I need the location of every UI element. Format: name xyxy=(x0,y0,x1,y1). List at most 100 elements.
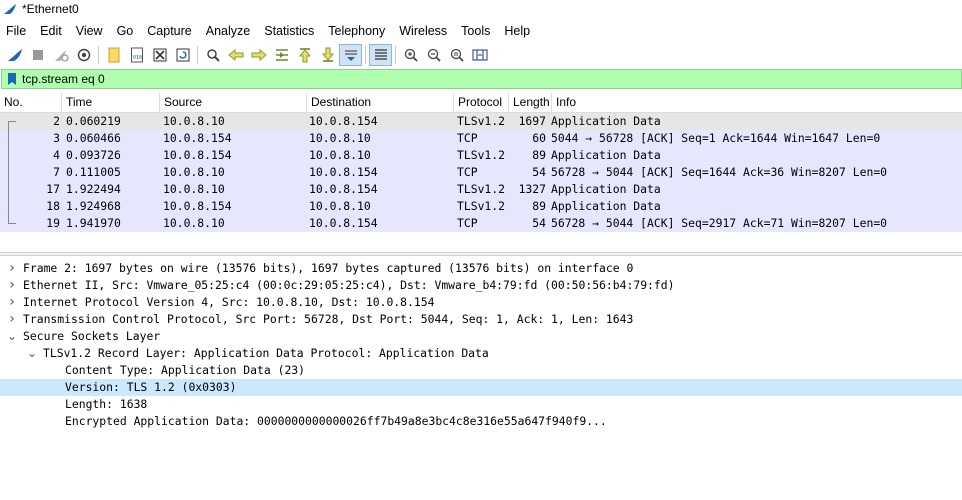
open-file-icon[interactable] xyxy=(102,44,125,66)
menu-file[interactable]: File xyxy=(0,20,33,42)
display-filter-input[interactable] xyxy=(22,70,922,88)
reload-file-icon[interactable] xyxy=(171,44,194,66)
go-forward-icon[interactable] xyxy=(247,44,270,66)
chevron-down-icon[interactable]: ⌄ xyxy=(6,328,18,345)
packet-cell-dst: 10.0.8.10 xyxy=(309,131,371,145)
column-header-time[interactable]: Time xyxy=(62,93,160,112)
go-back-icon[interactable] xyxy=(224,44,247,66)
menu-go[interactable]: Go xyxy=(110,20,141,42)
column-header-protocol[interactable]: Protocol xyxy=(454,93,509,112)
packet-cell-src: 10.0.8.10 xyxy=(163,182,225,196)
packet-list: No. Time Source Destination Protocol Len… xyxy=(0,93,962,233)
packet-details-tree: › Frame 2: 1697 bytes on wire (13576 bits… xyxy=(0,260,962,430)
packet-cell-src: 10.0.8.154 xyxy=(163,131,232,145)
detail-tree-item[interactable]: › Internet Protocol Version 4, Src: 10.0.… xyxy=(0,294,962,311)
menu-edit[interactable]: Edit xyxy=(33,20,69,42)
column-header-no[interactable]: No. xyxy=(0,93,62,112)
go-first-icon[interactable] xyxy=(293,44,316,66)
menu-telephony[interactable]: Telephony xyxy=(321,20,392,42)
column-header-info[interactable]: Info xyxy=(552,93,962,112)
save-file-icon[interactable]: 010 xyxy=(125,44,148,66)
capture-options-icon[interactable] xyxy=(72,44,95,66)
conversation-line xyxy=(8,147,16,164)
packet-list-header: No. Time Source Destination Protocol Len… xyxy=(0,93,962,113)
detail-tree-item[interactable]: › Transmission Control Protocol, Src Port… xyxy=(0,311,962,328)
detail-tree-item[interactable]: › Frame 2: 1697 bytes on wire (13576 bits… xyxy=(0,260,962,277)
bookmark-icon[interactable] xyxy=(5,71,19,87)
autoscroll-icon[interactable] xyxy=(339,44,362,66)
resize-columns-icon[interactable] xyxy=(468,44,491,66)
packet-cell-time: 0.111005 xyxy=(66,165,121,179)
pane-splitter[interactable] xyxy=(0,252,962,256)
main-toolbar: 010 xyxy=(0,43,962,67)
packet-cell-proto: TLSv1.2 xyxy=(457,199,506,213)
packet-cell-time: 0.060466 xyxy=(66,131,121,145)
toolbar-separator xyxy=(395,46,396,64)
conversation-line xyxy=(8,198,16,215)
toolbar-separator xyxy=(98,46,99,64)
detail-tree-item[interactable]: Version: TLS 1.2 (0x0303) xyxy=(0,379,962,396)
packet-cell-time: 0.060219 xyxy=(66,114,121,128)
column-header-destination[interactable]: Destination xyxy=(307,93,454,112)
chevron-right-icon[interactable]: › xyxy=(6,311,18,328)
packet-row[interactable]: 18 1.924968 10.0.8.154 10.0.8.10 TLSv1.2 89 Ap… xyxy=(0,198,962,215)
menu-wireless[interactable]: Wireless xyxy=(392,20,454,42)
menu-tools[interactable]: Tools xyxy=(454,20,497,42)
wireshark-logo-icon xyxy=(4,4,16,14)
go-last-icon[interactable] xyxy=(316,44,339,66)
toolbar-separator xyxy=(365,46,366,64)
menu-statistics[interactable]: Statistics xyxy=(257,20,321,42)
packet-row[interactable]: 7 0.111005 10.0.8.10 10.0.8.154 TCP 54 56728 →… xyxy=(0,164,962,181)
packet-cell-info: Application Data xyxy=(551,199,661,213)
restart-capture-icon[interactable] xyxy=(49,44,72,66)
detail-tree-item[interactable]: Content Type: Application Data (23) xyxy=(0,362,962,379)
packet-cell-dst: 10.0.8.10 xyxy=(309,148,371,162)
packet-row[interactable]: 2 0.060219 10.0.8.10 10.0.8.154 TLSv1.2 1697 A… xyxy=(0,113,962,130)
detail-tree-item[interactable]: ⌄ Secure Sockets Layer xyxy=(0,328,962,345)
chevron-right-icon[interactable]: › xyxy=(6,260,18,277)
packet-row[interactable]: 3 0.060466 10.0.8.154 10.0.8.10 TCP 60 5044 → … xyxy=(0,130,962,147)
detail-tree-item[interactable]: ⌄ TLSv1.2 Record Layer: Application Data … xyxy=(0,345,962,362)
chevron-right-icon[interactable]: › xyxy=(6,294,18,311)
go-to-packet-icon[interactable] xyxy=(270,44,293,66)
zoom-in-icon[interactable] xyxy=(399,44,422,66)
menu-analyze[interactable]: Analyze xyxy=(199,20,257,42)
find-packet-icon[interactable] xyxy=(201,44,224,66)
close-file-icon[interactable] xyxy=(148,44,171,66)
colorize-icon[interactable] xyxy=(369,44,392,66)
packet-row[interactable]: 19 1.941970 10.0.8.10 10.0.8.154 TCP 54 56728 … xyxy=(0,215,962,232)
column-header-source[interactable]: Source xyxy=(160,93,307,112)
chevron-right-icon[interactable]: › xyxy=(6,277,18,294)
packet-row[interactable]: 4 0.093726 10.0.8.154 10.0.8.10 TLSv1.2 89 App… xyxy=(0,147,962,164)
stop-capture-icon[interactable] xyxy=(26,44,49,66)
conversation-line xyxy=(8,130,16,147)
conversation-line xyxy=(8,181,16,198)
shark-fin-start-icon[interactable] xyxy=(3,44,26,66)
menu-view[interactable]: View xyxy=(69,20,110,42)
packet-cell-len: 89 xyxy=(532,199,546,213)
packet-cell-proto: TCP xyxy=(457,131,478,145)
menu-help[interactable]: Help xyxy=(497,20,537,42)
packet-cell-src: 10.0.8.154 xyxy=(163,148,232,162)
column-header-length[interactable]: Length xyxy=(509,93,552,112)
packet-cell-info: 56728 → 5044 [ACK] Seq=2917 Ack=71 Win=8… xyxy=(551,216,888,230)
packet-cell-info: Application Data xyxy=(551,114,661,128)
packet-row[interactable]: 17 1.922494 10.0.8.10 10.0.8.154 TLSv1.2 1327… xyxy=(0,181,962,198)
detail-tree-item[interactable]: › Ethernet II, Src: Vmware_05:25:c4 (00:0… xyxy=(0,277,962,294)
detail-tree-item[interactable]: Encrypted Application Data: 000000000000… xyxy=(0,413,962,430)
packet-cell-time: 1.922494 xyxy=(66,182,121,196)
packet-cell-time: 1.941970 xyxy=(66,216,121,230)
chevron-down-icon[interactable]: ⌄ xyxy=(26,345,38,362)
detail-tree-text: Internet Protocol Version 4, Src: 10.0.8… xyxy=(23,295,435,309)
packet-cell-src: 10.0.8.10 xyxy=(163,114,225,128)
packet-cell-info: Application Data xyxy=(551,148,661,162)
svg-text:010: 010 xyxy=(133,55,142,61)
detail-tree-text: Transmission Control Protocol, Src Port:… xyxy=(23,312,634,326)
menu-capture[interactable]: Capture xyxy=(140,20,198,42)
detail-tree-item[interactable]: Length: 1638 xyxy=(0,396,962,413)
zoom-normal-icon[interactable] xyxy=(445,44,468,66)
zoom-out-icon[interactable] xyxy=(422,44,445,66)
